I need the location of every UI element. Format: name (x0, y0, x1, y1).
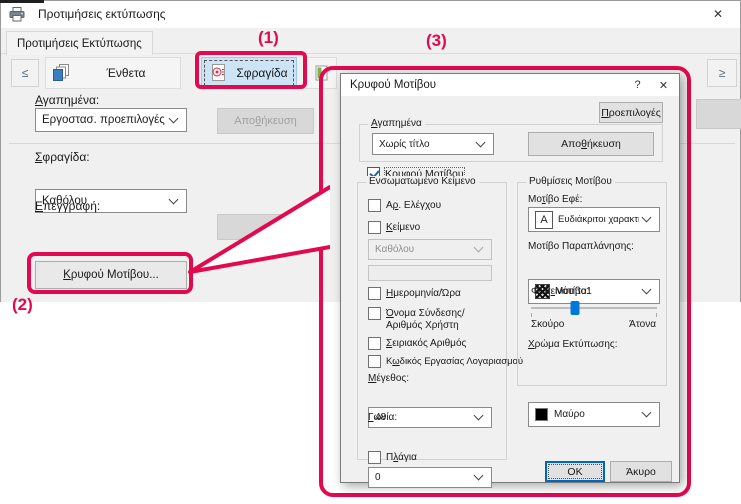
defaults-button-fragment[interactable] (696, 99, 741, 129)
checkbox-box (368, 199, 381, 212)
chevron-down-icon (474, 411, 484, 421)
toolbar-scroll-left[interactable]: ≤ (11, 59, 39, 87)
overlay-settings-button[interactable] (217, 214, 299, 240)
angle-select[interactable]: 0 (368, 467, 492, 488)
checkbox-box (368, 451, 381, 464)
slider-tick (531, 313, 532, 317)
tab-printing-preferences[interactable]: Προτιμήσεις Εκτύπωσης (6, 31, 153, 55)
dialog-favorites-group: Αγαπημένα Χωρίς τίτλο Αποθήκευση (359, 124, 663, 162)
custom-text-input[interactable] (368, 265, 492, 281)
black-color-swatch-icon (535, 408, 548, 421)
dialog-title-bar: Κρυφού Μοτίβου ? ✕ (341, 74, 679, 96)
control-number-checkbox[interactable]: Αρ. Ελέγχου (368, 199, 441, 212)
italic-checkbox[interactable]: Πλάγια (368, 451, 417, 464)
dialog-title: Κρυφού Μοτίβου (350, 79, 436, 91)
toolbar-tab-label: Σφραγίδα (228, 66, 296, 80)
checkbox-box (368, 307, 381, 320)
serial-number-checkbox[interactable]: Σειριακός Αριθμός (368, 337, 466, 350)
callout-label-2: (2) (12, 295, 33, 315)
toolbar-tab-label: Ένθετα (72, 66, 180, 80)
brightness-slider-track (531, 307, 657, 309)
favorites-select[interactable]: Εργοστασ. προεπιλογές (35, 108, 187, 132)
checkbox-box (368, 337, 381, 350)
dialog-favorites-select[interactable]: Χωρίς τίτλο (372, 133, 494, 155)
partial-toolbar-icon (315, 64, 329, 82)
screenshot-root: Προτιμήσεις εκτύπωσης ✕ Προτιμήσεις Εκτύ… (0, 0, 741, 504)
slider-tick (656, 313, 657, 317)
printer-icon (9, 7, 25, 22)
text-checkbox[interactable]: Κείμενο (368, 221, 420, 234)
brightness-slider-handle[interactable] (571, 301, 580, 315)
toolbar-scroll-right[interactable]: ≥ (707, 59, 737, 87)
save-favorites-button[interactable]: Αποθήκευση (217, 108, 314, 134)
main-title-bar: Προτιμήσεις εκτύπωσης ✕ (1, 1, 740, 28)
print-color-select[interactable]: Μαύρο (528, 402, 660, 427)
toolbar-tab-partial[interactable] (303, 57, 337, 89)
chevron-down-icon (476, 137, 486, 147)
stacked-pages-icon (52, 63, 72, 83)
checkbox-box (368, 355, 381, 368)
angle-label: Γωνία: (368, 412, 397, 423)
close-icon[interactable]: ✕ (698, 1, 738, 27)
font-effect-icon: A (535, 211, 553, 229)
toolbar-tab-stamp[interactable]: Σφραγίδα (201, 57, 297, 89)
size-label: Μέγεθος: (368, 373, 409, 384)
group-label: Ενσωματωμένο Κείμενο (366, 176, 479, 187)
dialog-save-button[interactable]: Αποθήκευση (528, 132, 654, 156)
crop-artifact-strip (0, 0, 44, 3)
chevron-down-icon (642, 408, 652, 418)
checkbox-box (368, 287, 381, 300)
chevron-down-icon (474, 471, 484, 481)
brightness-dark-label: Σκούρο (531, 319, 564, 330)
chevron-down-icon (474, 243, 484, 253)
stamp-label: Σφραγίδα: (35, 150, 90, 164)
hidden-pattern-button[interactable]: Κρυφού Μοτίβου... (35, 261, 187, 289)
brightness-label: Φωτεινότητα: (531, 286, 590, 297)
brightness-slider[interactable] (531, 301, 657, 317)
hidden-pattern-dialog: Κρυφού Μοτίβου ? ✕ Προεπιλογές Αγαπημένα… (340, 73, 680, 483)
camouflage-label: Μοτίβο Παραπλάνησης: (528, 241, 634, 252)
checkbox-box (368, 221, 381, 234)
defaults-button[interactable]: Προεπιλογές (599, 102, 663, 123)
embedded-text-group: Ενσωματωμένο Κείμενο Αρ. Ελέγχου Κείμενο… (357, 182, 507, 460)
stamp-document-icon (208, 63, 228, 83)
help-icon[interactable]: ? (624, 74, 651, 96)
effect-select[interactable]: A Ευδιάκριτοι χαρακτήρες (528, 207, 660, 232)
pattern-settings-group: Ρυθμίσεις Μοτίβου Μοτίβο Εφέ: A Ευδιάκρι… (517, 182, 667, 386)
chevron-down-icon (169, 194, 179, 204)
text-preset-select[interactable]: Καθόλου (368, 239, 492, 260)
brightness-light-label: Άτονα (629, 319, 656, 330)
ok-button[interactable]: OK (545, 461, 605, 482)
effect-label: Μοτίβο Εφέ: (528, 194, 582, 205)
group-label: Ρυθμίσεις Μοτίβου (526, 176, 615, 187)
toolbar-tab-inserts[interactable]: Ένθετα (45, 57, 181, 89)
login-name-checkbox[interactable]: Όνομα Σύνδεσης/Αριθμός Χρήστη (368, 307, 496, 332)
datetime-checkbox[interactable]: Ημερομηνία/Ώρα (368, 287, 461, 300)
tab-strip: Προτιμήσεις Εκτύπωσης (1, 28, 740, 54)
callout-label-3: (3) (426, 31, 447, 51)
group-label: Αγαπημένα (368, 118, 425, 129)
chevron-down-icon (642, 213, 652, 223)
print-color-label: Χρώμα Εκτύπωσης: (528, 339, 617, 350)
close-icon[interactable]: ✕ (650, 74, 677, 96)
callout-label-1: (1) (258, 28, 279, 48)
favorites-label: Αγαπημένα: (35, 93, 99, 107)
chevron-down-icon (169, 113, 179, 123)
window-title: Προτιμήσεις εκτύπωσης (38, 7, 166, 21)
overlay-label: Επεγγραφή: (35, 199, 100, 213)
cancel-button[interactable]: Άκυρο (610, 461, 672, 482)
chevron-down-icon (642, 285, 652, 295)
account-job-checkbox[interactable]: Κωδικός Εργασίας Λογαριασμού (368, 355, 523, 368)
